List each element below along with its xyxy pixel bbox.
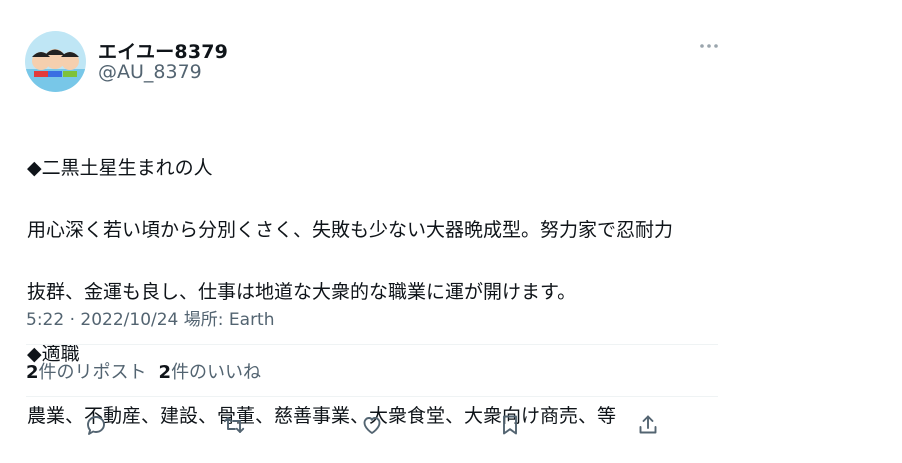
like-icon[interactable] (358, 411, 386, 439)
avatar[interactable] (25, 31, 86, 92)
repost-label: 件のリポスト (38, 362, 147, 383)
tweet-line: 抜群、金運も良し、仕事は地道な大衆的な職業に運が開けます。 (27, 281, 577, 303)
like-label: 件のいいね (171, 362, 262, 383)
engagement-stats: 2件のリポスト 2件のいいね (26, 358, 261, 384)
tweet-line: ◆二黒土星生まれの人 (27, 157, 213, 179)
repost-number: 2 (26, 362, 39, 383)
like-number: 2 (158, 362, 172, 383)
display-name[interactable]: エイユー8379 (98, 37, 228, 64)
divider (26, 396, 718, 397)
reply-icon[interactable] (82, 411, 110, 439)
retweet-icon[interactable] (220, 411, 248, 439)
bookmark-icon[interactable] (496, 411, 524, 439)
tweet-line: 用心深く若い頃から分別くさく、失敗も少ない大器晩成型。努力家で忍耐力 (27, 219, 674, 241)
tweet-timestamp[interactable]: 5:22 · 2022/10/24 場所: Earth (26, 305, 275, 330)
user-handle[interactable]: @AU_8379 (98, 61, 202, 83)
avatar-image (25, 31, 86, 92)
more-icon[interactable] (696, 36, 722, 56)
divider (26, 344, 718, 345)
tweet: エイユー8379 @AU_8379 ◆二黒土星生まれの人 用心深く若い頃から分別… (0, 0, 902, 444)
repost-count[interactable]: 2件のリポスト (26, 358, 147, 384)
like-count[interactable]: 2件のいいね (159, 358, 262, 384)
share-icon[interactable] (634, 411, 662, 439)
action-bar (0, 405, 720, 443)
